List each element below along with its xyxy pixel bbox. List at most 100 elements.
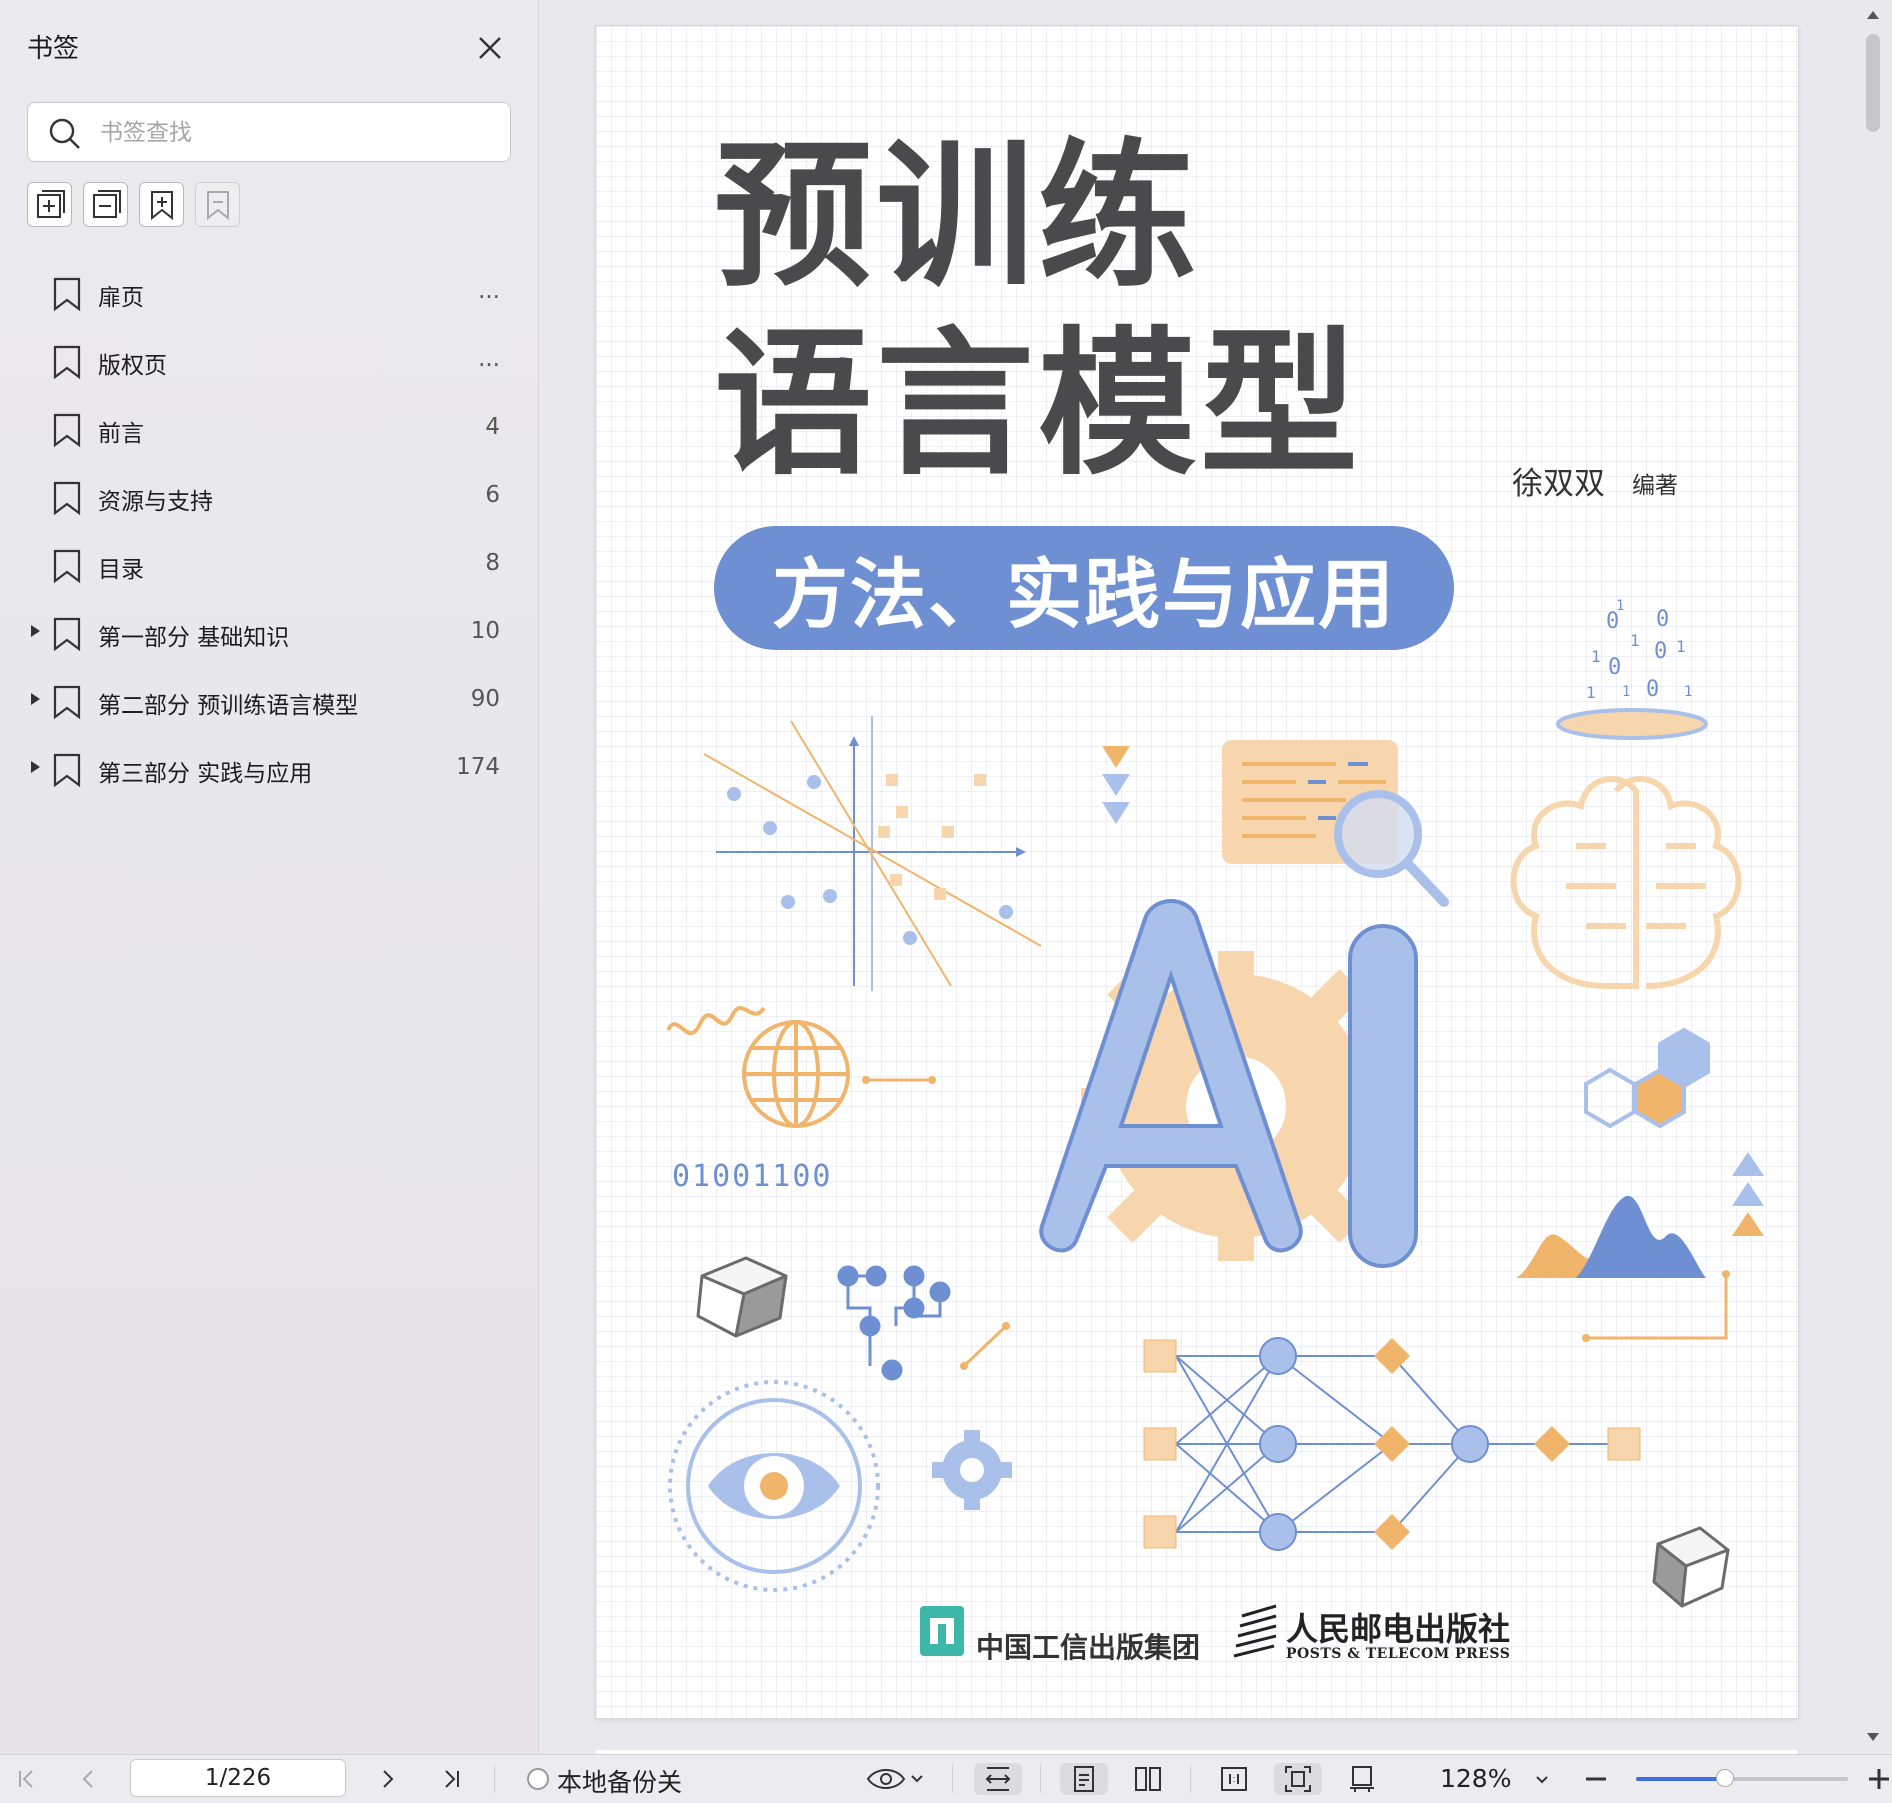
chevron-left-icon [82,1770,93,1788]
publisher-logo-icon [920,1606,964,1656]
bookmark-page: 174 [456,754,500,780]
bookmark-label: 目录 [98,557,144,583]
toolbar-divider [1190,1765,1191,1793]
bookmark-label: 前言 [98,421,144,447]
expand-arrow-icon[interactable] [31,761,40,773]
press-logo-icon [1233,1604,1277,1658]
zoom-out-button[interactable] [1580,1763,1612,1795]
bottom-toolbar: 本地备份关 128% [0,1754,1892,1803]
collapse-all-icon [92,189,121,218]
actual-size-icon [1221,1767,1247,1791]
zoom-in-button[interactable] [1866,1763,1892,1795]
scroll-up-icon[interactable] [1862,4,1884,26]
bookmark-icon [53,685,81,720]
bookmark-item[interactable]: 前言 4 [0,396,538,464]
bookmark-icon [53,345,81,380]
svg-text:1: 1 [1630,631,1640,650]
bookmark-page: 4 [485,414,500,440]
first-page-button[interactable] [10,1763,42,1795]
single-page-button[interactable] [1060,1763,1108,1795]
bookmark-label: 资源与支持 [98,489,213,515]
svg-text:1: 1 [1676,637,1686,656]
expand-all-button[interactable] [27,182,72,227]
zoom-slider-knob[interactable] [1716,1769,1735,1787]
bookmark-icon [53,549,81,584]
last-page-button[interactable] [436,1763,468,1795]
publisher-group: 中国工信出版集团 [976,1631,1201,1664]
bookmark-item[interactable]: 版权页 ... [0,328,538,396]
bookmark-item[interactable]: 资源与支持 6 [0,464,538,532]
svg-text:0: 0 [1646,677,1659,702]
bookmark-item[interactable]: 扉页 ... [0,260,538,328]
document-page: 预训练 语言模型 徐双双 编著 方法、实践与应用 0 0 1 1 0 0 1 1… [596,26,1798,1718]
brain-icon [1510,776,1742,989]
fit-page-button[interactable] [1274,1763,1322,1795]
expand-arrow-icon[interactable] [31,693,40,705]
view-mode-dropdown[interactable] [866,1763,926,1795]
toolbar-divider [952,1765,953,1793]
svg-text:1: 1 [1622,684,1630,700]
page-number-input[interactable] [130,1759,346,1797]
delete-bookmark-button[interactable] [195,182,240,227]
next-page-button[interactable] [372,1763,404,1795]
minus-icon [1586,1777,1606,1781]
cube-icon [696,1256,788,1338]
area-chart-icon [1516,1195,1706,1278]
zoom-level[interactable]: 128% [1440,1764,1511,1793]
scrollbar-thumb[interactable] [1866,34,1880,132]
globe-icon [742,1020,850,1128]
bookmark-item[interactable]: 目录 8 [0,532,538,600]
bookmark-sidebar: 书签 书签查找 扉页 ... 版权页 ... 前言 4 资源与支持 6 目录 8… [0,0,539,1754]
bookmark-label: 扉页 [98,285,144,311]
bookmark-item[interactable]: 第二部分 预训练语言模型 90 [0,668,538,736]
bookmark-tools [27,182,240,227]
zoom-dropdown[interactable] [1530,1763,1554,1795]
fit-width-icon [985,1767,1011,1791]
publisher-name: 人民邮电出版社 [1286,1610,1511,1648]
rotate-button[interactable] [1338,1763,1386,1795]
search-input[interactable] [98,113,502,153]
backup-label: 本地备份关 [557,1768,683,1797]
sidebar-title: 书签 [27,34,80,64]
backup-toggle[interactable] [524,1763,552,1795]
toolbar-divider [494,1765,495,1793]
first-page-icon [19,1770,33,1788]
vertical-scrollbar[interactable] [1862,0,1888,1754]
neural-network-icon [1143,1337,1641,1551]
bookmark-page: 8 [485,550,500,576]
svg-text:0: 0 [1654,639,1667,664]
expand-arrow-icon[interactable] [31,625,40,637]
bookmark-page: ... [478,278,500,304]
radio-icon [527,1768,549,1790]
add-bookmark-button[interactable] [139,182,184,227]
add-bookmark-icon [150,190,173,220]
chevron-right-icon [383,1770,394,1788]
bookmark-icon [53,617,81,652]
binary-data-icon: 00 11 00 1 11 0 11 [1556,598,1708,740]
svg-text:0: 0 [1656,607,1669,632]
bookmark-page: 6 [485,482,500,508]
bookmark-list: 扉页 ... 版权页 ... 前言 4 资源与支持 6 目录 8 第一部分 基础… [0,260,538,804]
close-icon[interactable] [470,28,510,68]
tree-diagram-icon [837,1265,951,1381]
actual-size-button[interactable] [1210,1763,1258,1795]
bookmark-item[interactable]: 第三部分 实践与应用 174 [0,736,538,804]
svg-text:0: 0 [1608,655,1621,680]
bookmark-search[interactable] [27,102,511,162]
previous-page-button[interactable] [72,1763,104,1795]
bookmark-page: 90 [470,686,500,712]
zoom-slider-fill [1636,1777,1726,1781]
fit-width-button[interactable] [974,1763,1022,1795]
svg-text:1: 1 [1591,647,1601,666]
bookmark-page: 10 [470,618,500,644]
eye-icon [866,1769,923,1789]
collapse-all-button[interactable] [83,182,128,227]
double-page-icon [1135,1767,1161,1791]
bookmark-label: 第二部分 预训练语言模型 [98,693,359,719]
fit-page-icon [1285,1766,1311,1792]
zoom-slider[interactable] [1636,1769,1848,1787]
bookmark-item[interactable]: 第一部分 基础知识 10 [0,600,538,668]
double-page-button[interactable] [1124,1763,1172,1795]
toolbar-divider [1040,1765,1041,1793]
scroll-down-icon[interactable] [1862,1726,1884,1748]
